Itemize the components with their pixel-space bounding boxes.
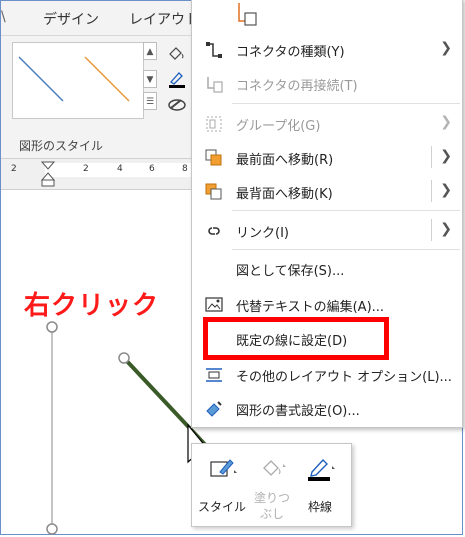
menu-top-icon-partial: [238, 3, 257, 26]
menu-item-more-layout-options[interactable]: その他のレイアウト オプション(L)...: [192, 357, 462, 391]
format-shape-icon: [206, 401, 222, 417]
connector-type-icon: [206, 42, 222, 58]
menu-separator: [232, 210, 460, 211]
menu-item-bring-to-front[interactable]: 最前面へ移動(R) ❯: [192, 140, 462, 174]
menu-separator: [232, 249, 460, 250]
menu-label: リンク(I): [236, 226, 289, 241]
menu-label: 最前面へ移動(R): [236, 153, 334, 168]
right-click-annotation: 右クリック: [24, 291, 160, 321]
menu-label: コネクタの再接続(T): [236, 79, 358, 94]
menu-item-reroute-connector[interactable]: コネクタの再接続(T): [192, 66, 462, 100]
menu-separator: [232, 103, 460, 104]
menu-label: コネクタの種類(Y): [236, 45, 345, 60]
menu-item-connector-type[interactable]: コネクタの種類(Y) ❯: [192, 32, 462, 66]
mini-toolbar: スタイル 塗りつぶし 枠線: [191, 443, 352, 527]
fill-label: 塗りつぶし: [253, 491, 291, 521]
menu-item-group[interactable]: グループ化(G) ❯: [192, 106, 462, 140]
menu-label: 代替テキストの編集(A)...: [236, 300, 385, 315]
submenu-arrow-icon[interactable]: ❯: [440, 182, 452, 198]
context-menu: コネクタの種類(Y) ❯ コネクタの再接続(T) グループ化(G) ❯ 最前面へ…: [191, 0, 463, 428]
selection-handle[interactable]: [46, 523, 58, 535]
menu-label: 図形の書式設定(O)...: [236, 404, 360, 419]
menu-item-send-to-back[interactable]: 最背面へ移動(K) ❯: [192, 174, 462, 208]
selection-handle[interactable]: [46, 321, 58, 333]
menu-label: 図として保存(S)...: [236, 264, 345, 279]
outline-label: 枠線: [307, 500, 332, 514]
highlight-box-set-default-line: [203, 317, 389, 360]
reroute-connector-icon: [207, 77, 223, 93]
submenu-arrow-icon: ❯: [440, 114, 452, 130]
style-button[interactable]: スタイル: [198, 450, 246, 522]
submenu-arrow-icon[interactable]: ❯: [440, 148, 452, 164]
split-divider: [431, 219, 432, 241]
style-label: スタイル: [198, 500, 247, 514]
link-icon: [208, 227, 220, 235]
menu-item-format-shape[interactable]: 図形の書式設定(O)...: [192, 391, 462, 425]
menu-label: 最背面へ移動(K): [236, 187, 333, 202]
menu-label: グループ化(G): [236, 119, 321, 134]
send-to-back-icon: [205, 183, 222, 200]
layout-options-icon: [206, 368, 222, 382]
fill-button[interactable]: 塗りつぶし: [248, 450, 296, 522]
connector-endpoint-handle[interactable]: [118, 352, 130, 364]
outline-button[interactable]: 枠線: [296, 450, 344, 522]
split-divider: [431, 180, 432, 202]
group-icon: [206, 116, 222, 132]
alt-text-icon: [205, 297, 223, 312]
style-brush-icon: [210, 459, 237, 477]
submenu-arrow-icon[interactable]: ❯: [440, 221, 452, 237]
menu-item-save-as-picture[interactable]: 図として保存(S)...: [192, 251, 462, 285]
bring-to-front-icon: [205, 149, 222, 166]
split-divider: [431, 146, 432, 168]
submenu-arrow-icon: ❯: [440, 40, 452, 56]
menu-item-link[interactable]: リンク(I) ❯: [192, 213, 462, 247]
fill-bucket-icon: [263, 460, 286, 476]
outline-pen-icon: [308, 458, 335, 481]
menu-item-edit-alt-text[interactable]: 代替テキストの編集(A)...: [192, 287, 462, 321]
menu-label: その他のレイアウト オプション(L)...: [236, 370, 452, 385]
